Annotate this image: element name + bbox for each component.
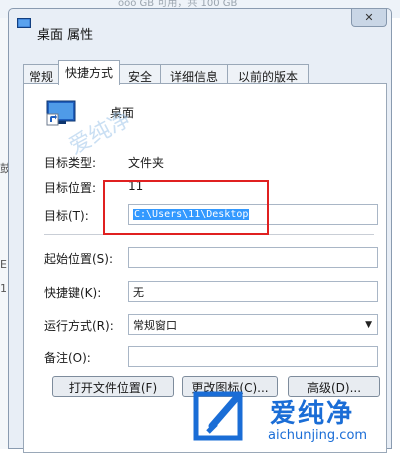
- watermark-title: 爱纯净: [270, 399, 355, 429]
- annotation-highlight-box: [103, 180, 269, 235]
- close-button[interactable]: ✕: [351, 9, 387, 27]
- target-type-label: 目标类型:: [44, 156, 97, 170]
- hotkey-label: 快捷键(K):: [44, 286, 102, 300]
- run-select-value: 常规窗口: [133, 319, 177, 332]
- chevron-down-icon: ▼: [365, 320, 372, 330]
- comment-label: 备注(O):: [44, 351, 91, 365]
- desktop-shortcut-icon: [46, 100, 76, 126]
- target-type-value: 文件夹: [128, 156, 165, 170]
- tab-security[interactable]: 安全: [119, 64, 161, 84]
- comment-input[interactable]: [128, 346, 378, 367]
- background-left-strip: [0, 18, 8, 449]
- title-bar[interactable]: 桌面 属性 ✕: [9, 9, 391, 43]
- watermark-logo-icon: [193, 391, 243, 441]
- start-in-label: 起始位置(S):: [44, 252, 114, 266]
- tab-previous-versions[interactable]: 以前的版本: [227, 64, 309, 84]
- window-title: 桌面 属性: [37, 28, 94, 43]
- run-label: 运行方式(R):: [44, 319, 114, 333]
- tab-general[interactable]: 常规: [23, 64, 59, 84]
- desktop-icon: [17, 18, 31, 28]
- start-in-input[interactable]: [128, 247, 378, 268]
- background-fragment: E: [0, 258, 7, 271]
- tab-details[interactable]: 详细信息: [160, 64, 228, 84]
- target-label: 目标(T):: [44, 209, 89, 223]
- background-fragment: 1: [0, 282, 7, 295]
- hotkey-input[interactable]: 无: [128, 281, 378, 302]
- run-select[interactable]: 常规窗口 ▼: [128, 314, 378, 335]
- target-location-label: 目标位置:: [44, 181, 97, 195]
- watermark-url: aichunjing.com: [268, 428, 368, 443]
- tab-shortcut[interactable]: 快捷方式: [58, 60, 120, 85]
- open-file-location-button[interactable]: 打开文件位置(F): [52, 376, 174, 397]
- close-icon: ✕: [364, 11, 374, 24]
